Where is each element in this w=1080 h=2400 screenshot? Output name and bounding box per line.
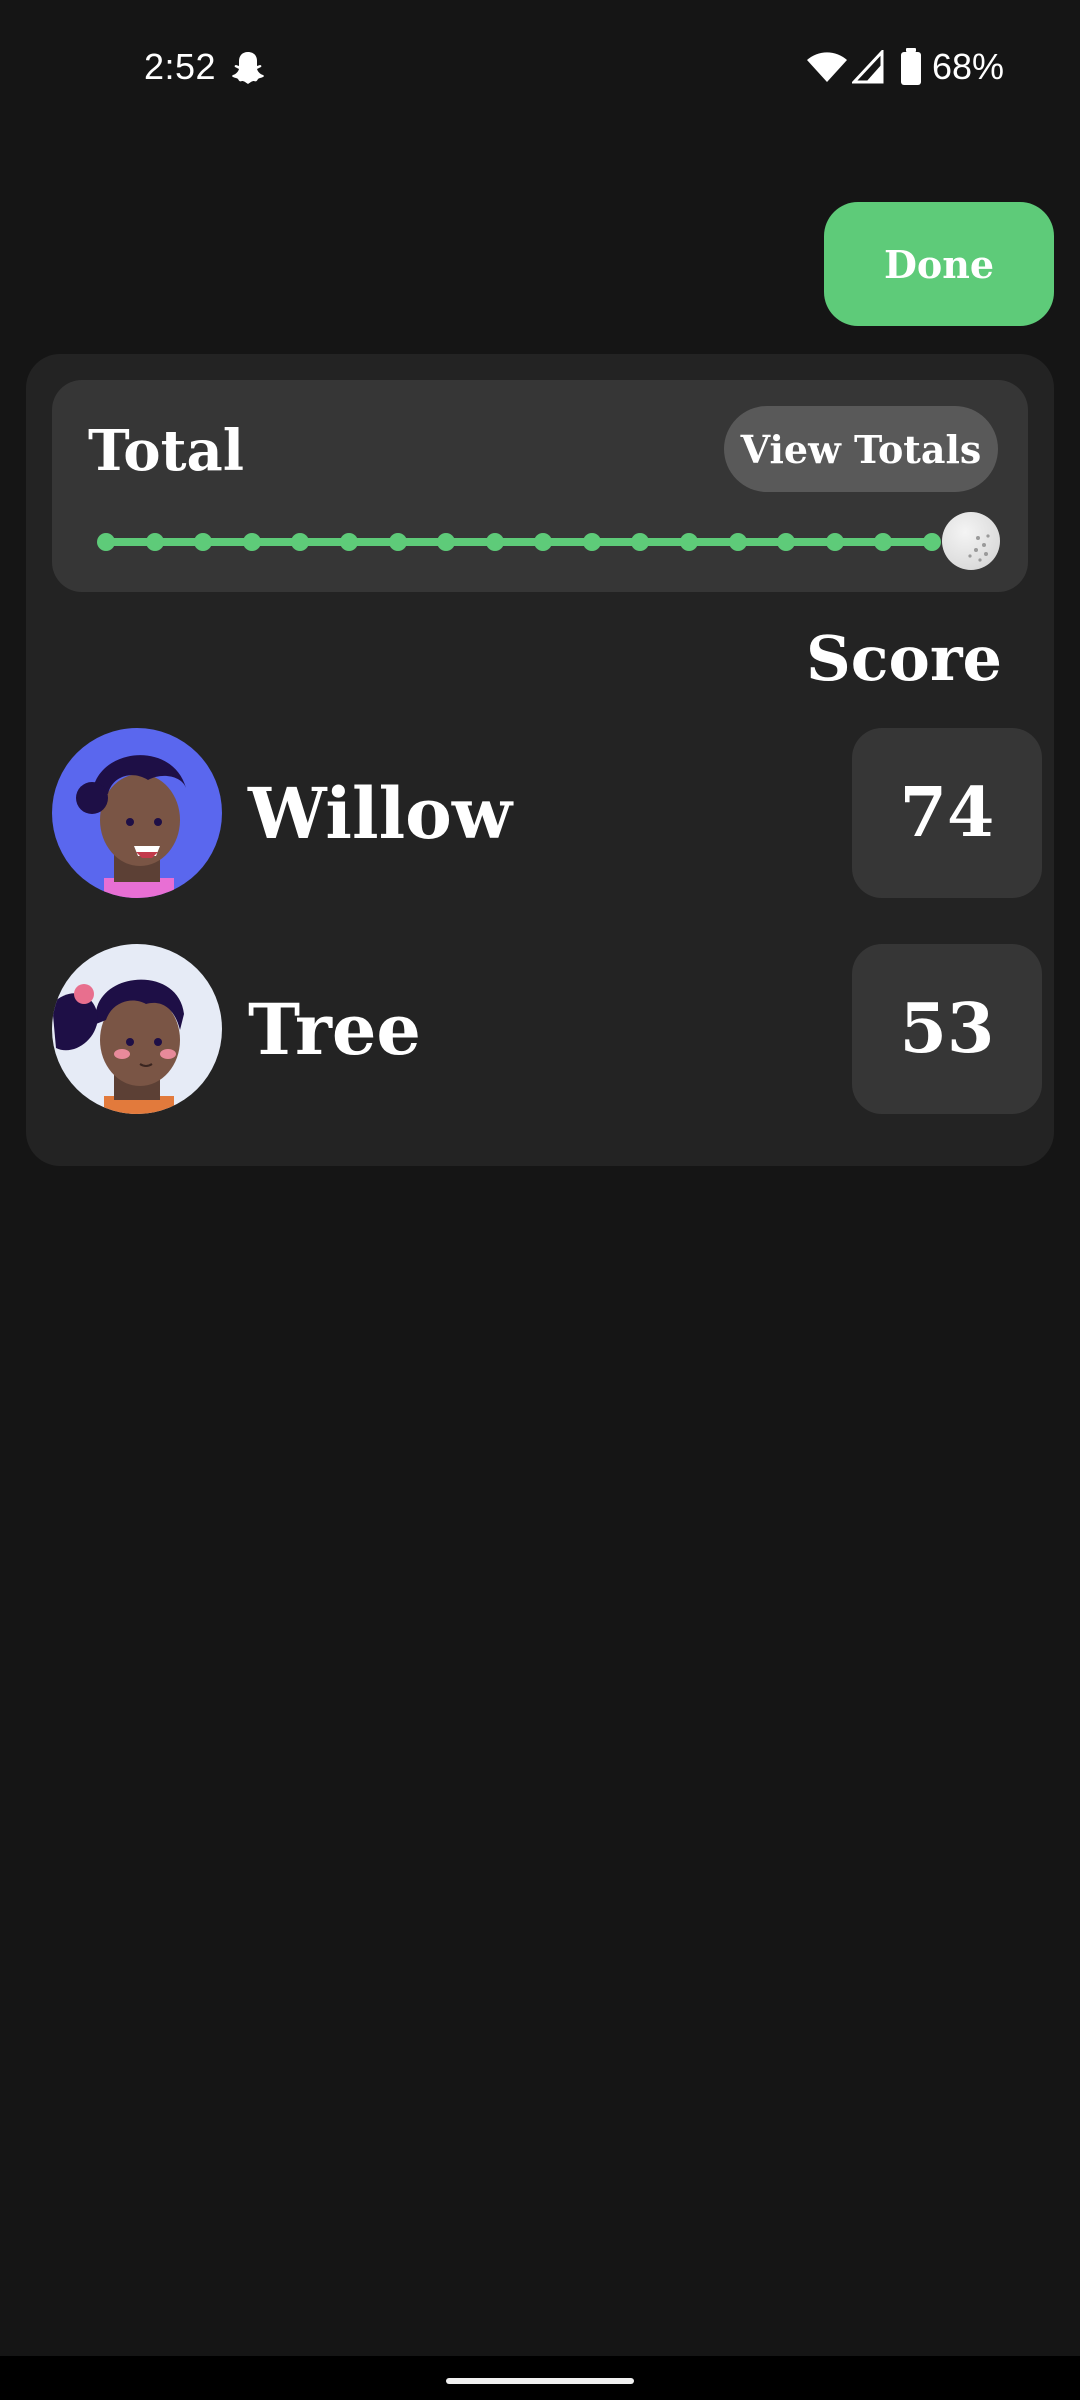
avatar-willow: [52, 728, 222, 898]
player-row[interactable]: Tree 53: [52, 944, 1042, 1114]
progress-step-dot[interactable]: [145, 533, 164, 551]
progress-step-dot[interactable]: [97, 533, 115, 551]
progress-step-dot[interactable]: [194, 533, 213, 551]
avatar: [52, 728, 222, 898]
navigation-bar: [0, 2356, 1080, 2400]
done-button[interactable]: Done: [824, 202, 1054, 326]
progress-step-dot[interactable]: [631, 533, 650, 551]
status-time: 2:52: [144, 46, 217, 87]
progress-step-dot[interactable]: [874, 533, 893, 551]
progress-step-dot[interactable]: [923, 533, 941, 551]
progress-step-dot[interactable]: [680, 533, 699, 551]
snapchat-icon: [232, 52, 264, 84]
progress-step-dot[interactable]: [582, 533, 601, 551]
progress-step-dot[interactable]: [825, 533, 844, 551]
player-row[interactable]: Willow 74: [52, 728, 1042, 898]
progress-step-dot[interactable]: [485, 533, 504, 551]
avatar: [52, 944, 222, 1114]
scoreboard-card: Total View Totals Score Willow 74 Tree 5…: [26, 354, 1054, 1166]
progress-step-dot[interactable]: [242, 533, 261, 551]
progress-step-dot[interactable]: [534, 533, 553, 551]
golf-ball-icon: [968, 534, 990, 562]
player-score[interactable]: 53: [852, 944, 1042, 1114]
signal-icon: [852, 50, 884, 84]
progress-ball-icon[interactable]: [942, 512, 1000, 570]
progress-step-dot[interactable]: [339, 533, 358, 551]
home-handle[interactable]: [446, 2378, 634, 2384]
avatar-tree: [52, 944, 222, 1114]
player-name: Willow: [248, 772, 513, 855]
progress-step-dot[interactable]: [388, 533, 407, 551]
player-score[interactable]: 74: [852, 728, 1042, 898]
total-card: Total View Totals: [52, 380, 1028, 592]
progress-step-dot[interactable]: [291, 533, 310, 551]
battery-icon: [901, 48, 921, 85]
progress-dots: [52, 380, 1028, 592]
battery-percent: 68%: [932, 46, 1005, 87]
progress-step-dot[interactable]: [728, 533, 747, 551]
progress-step-dot[interactable]: [437, 533, 456, 551]
screen: 2:52 68% Done Total View Totals Score Wi…: [0, 0, 1080, 2400]
player-name: Tree: [248, 988, 421, 1071]
score-column-header: Score: [806, 622, 1002, 695]
progress-step-dot[interactable]: [777, 533, 796, 551]
status-bar: 2:52 68%: [0, 0, 1080, 132]
wifi-icon: [807, 52, 847, 82]
